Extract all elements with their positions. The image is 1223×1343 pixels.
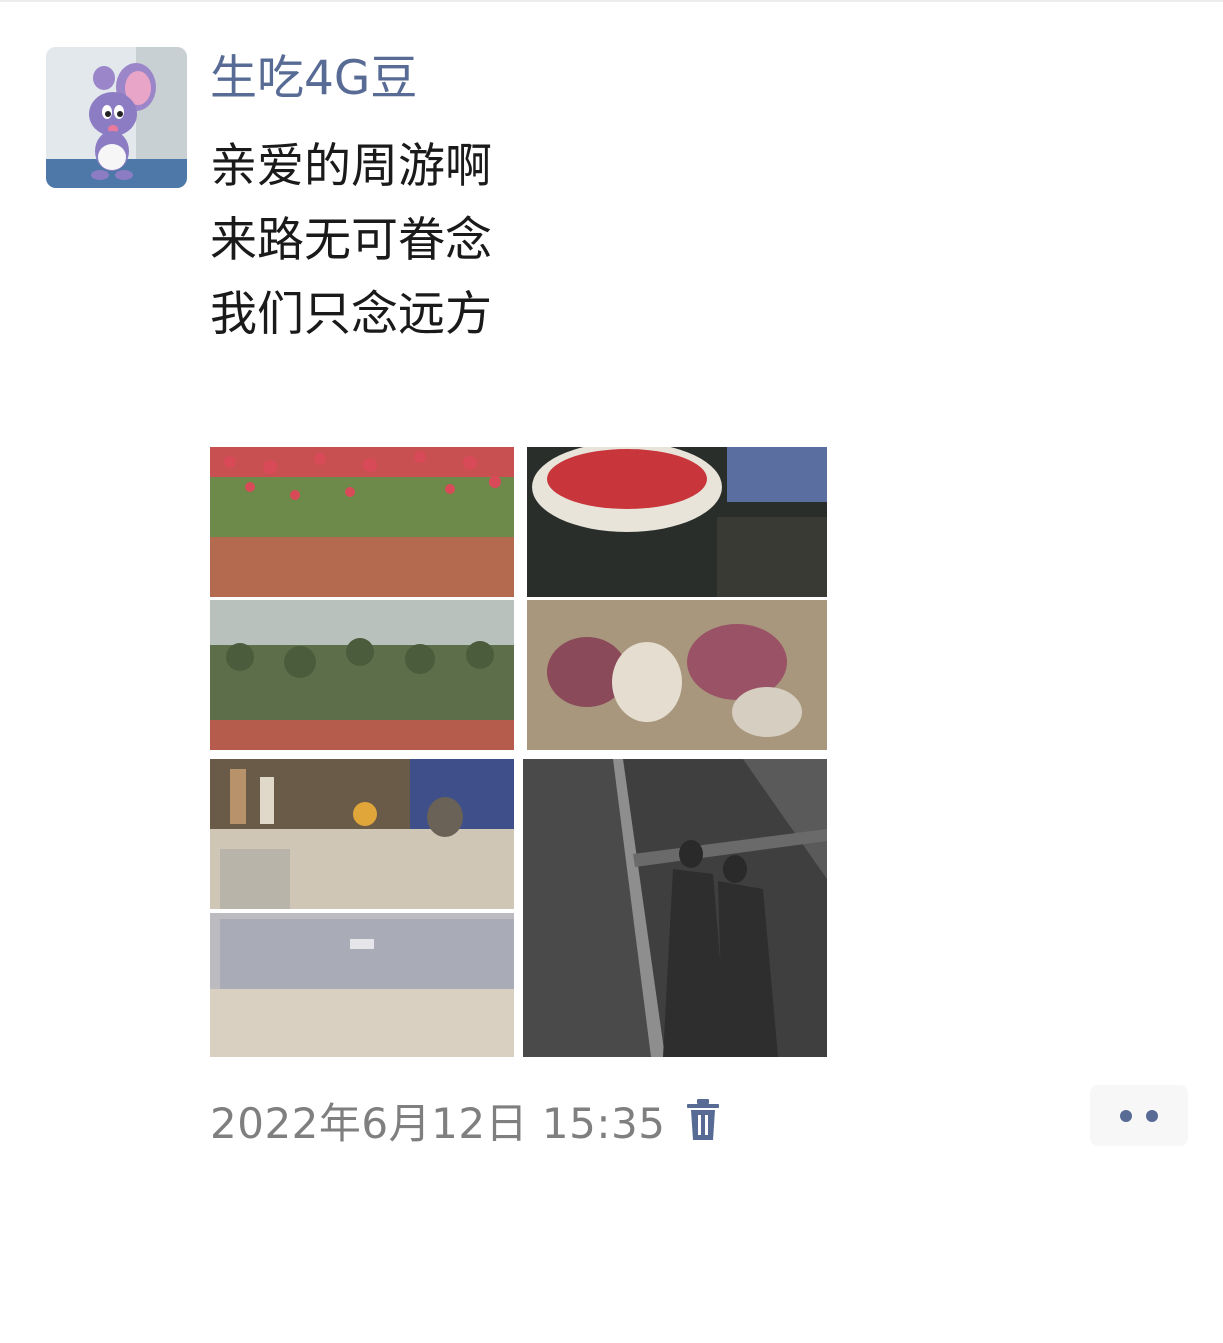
photo-grid	[210, 447, 827, 1057]
photo-desk-room[interactable]	[210, 759, 514, 1057]
post-text-line: 亲爱的周游啊	[210, 139, 492, 194]
more-dots-icon	[1146, 1109, 1158, 1122]
timestamp: 2022年6月12日 15:35	[210, 1098, 666, 1148]
author-name[interactable]: 生吃4G豆	[210, 48, 417, 110]
photo-roses-garden[interactable]	[210, 447, 514, 750]
trash-icon[interactable]	[683, 1098, 723, 1142]
post-text-line: 来路无可眷念	[210, 213, 492, 268]
top-divider	[0, 0, 1223, 2]
post-meta: 2022年6月12日 15:35	[210, 1092, 723, 1148]
post-text-line: 我们只念远方	[210, 287, 492, 342]
photo-rose-bouquet[interactable]	[527, 447, 827, 750]
mouse-avatar-image	[46, 47, 187, 188]
more-button[interactable]	[1090, 1085, 1188, 1146]
more-dots-icon	[1120, 1109, 1132, 1122]
avatar[interactable]	[46, 47, 187, 188]
post-text: 亲爱的周游啊 来路无可眷念 我们只念远方	[210, 130, 492, 352]
photo-shadow-road[interactable]	[523, 759, 827, 1057]
